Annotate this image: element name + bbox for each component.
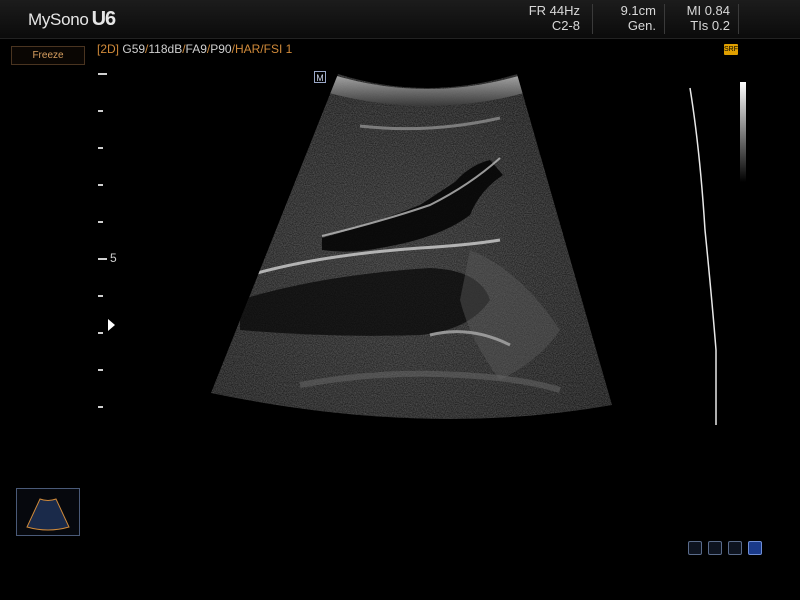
depth-tick <box>98 295 103 297</box>
tgc-curve <box>689 87 717 425</box>
depth-ruler: 5 <box>98 70 128 420</box>
gray-map-bar <box>740 82 746 182</box>
depth-tick <box>98 258 107 260</box>
depth-tick <box>98 184 103 186</box>
network-icon <box>708 541 722 555</box>
depth-label: 5 <box>110 251 117 265</box>
focus-marker-icon[interactable] <box>108 319 115 331</box>
sector-thumbnail-icon <box>26 498 70 531</box>
usb-icon <box>728 541 742 555</box>
depth-tick <box>98 147 103 149</box>
probe-thumbnail <box>16 488 80 536</box>
disk-icon <box>748 541 762 555</box>
depth-tick <box>98 73 107 75</box>
probe-status-icon <box>688 541 702 555</box>
depth-tick <box>98 110 103 112</box>
depth-tick <box>98 332 103 334</box>
depth-tick <box>98 406 103 408</box>
scan-sector <box>211 74 612 419</box>
depth-tick <box>98 221 103 223</box>
system-status-icons <box>688 541 762 555</box>
depth-tick <box>98 369 103 371</box>
